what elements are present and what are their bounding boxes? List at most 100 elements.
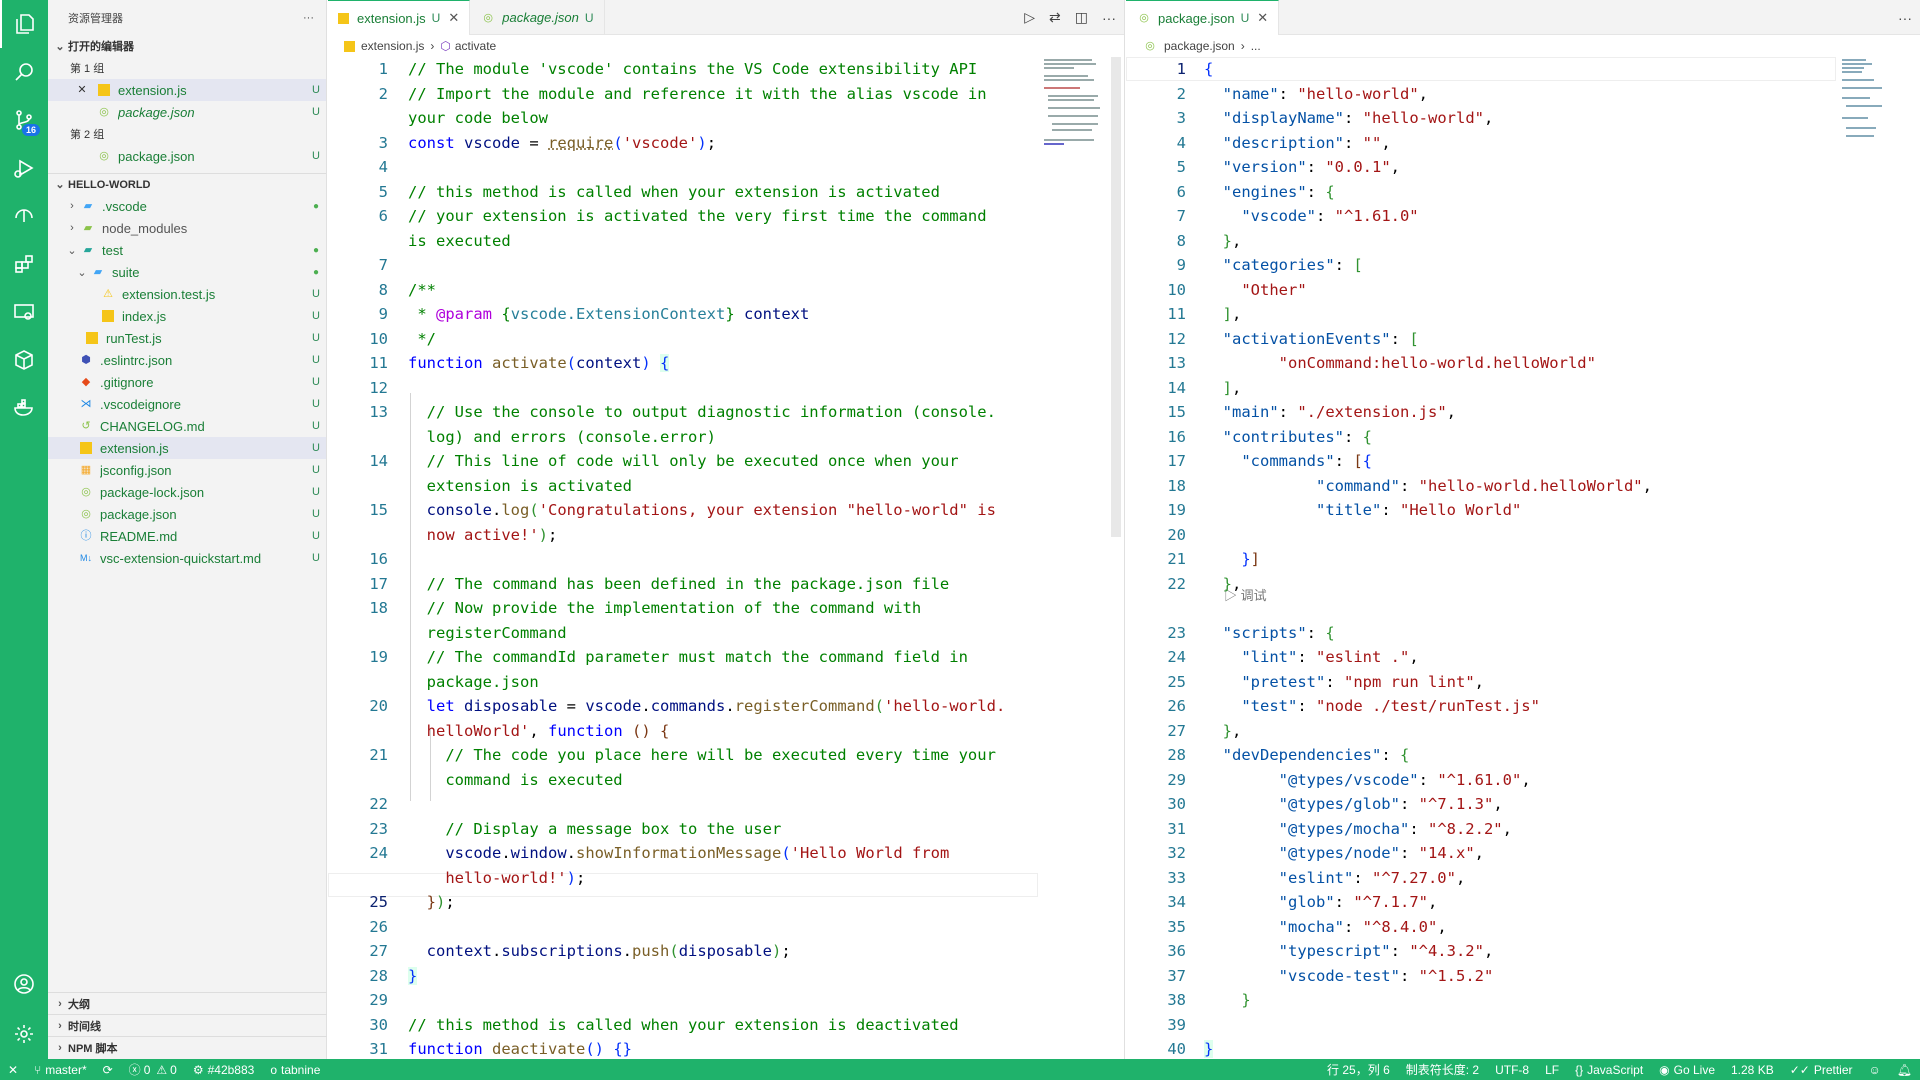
tree-folder[interactable]: › ▰ node_modules (48, 217, 326, 239)
language-mode[interactable]: {} JavaScript (1567, 1063, 1651, 1077)
tab-package-json[interactable]: ◎ package.json U (470, 0, 605, 35)
go-live-button[interactable]: ◉ Go Live (1651, 1063, 1723, 1077)
code-line: "main": "./extension.js", (1222, 403, 1456, 421)
branch-icon: ⑂ (34, 1062, 42, 1077)
tree-file[interactable]: ◆ .gitignore U (48, 371, 326, 393)
breadcrumb-more[interactable]: ... (1251, 39, 1261, 53)
tree-file[interactable]: ⚠ extension.test.js U (48, 283, 326, 305)
line-number: 1 (378, 60, 388, 78)
prettier-indicator[interactable]: ✓✓ Prettier (1782, 1063, 1861, 1077)
code-line: "lint": "eslint .", (1241, 648, 1419, 666)
docker-icon[interactable] (0, 384, 48, 432)
problems-indicator[interactable]: ⓧ 0 ⚠ 0 (121, 1061, 185, 1078)
git-status: ● (312, 244, 320, 256)
json-file-icon: ◎ (81, 486, 91, 498)
more-icon[interactable]: ··· (1898, 10, 1912, 26)
project-section[interactable]: ⌄ HELLO-WORLD (48, 173, 326, 195)
tree-file[interactable]: ⬢ .eslintrc.json U (48, 349, 326, 371)
line-number: 3 (378, 133, 388, 152)
json-editor[interactable]: ▷ 调试 1{2 "name": "hello-world", 3 "displa… (1126, 57, 1920, 1059)
code-editor[interactable]: 1 // The module 'vscode' contains the VS … (328, 57, 1108, 1059)
outline-panel[interactable]: › 大纲 (48, 992, 327, 1015)
js-file-icon (344, 40, 355, 52)
tabnine-indicator[interactable]: o tabnine (262, 1063, 328, 1077)
tree-file[interactable]: ↺ CHANGELOG.md U (48, 415, 326, 437)
tab-size[interactable]: 制表符长度: 2 (1398, 1061, 1487, 1078)
tree-file[interactable]: ◎ package-lock.json U (48, 481, 326, 503)
folder-open-icon: ▰ (83, 244, 93, 256)
minimap[interactable] (1044, 57, 1110, 157)
branch-indicator[interactable]: ⑂ master* (26, 1063, 95, 1077)
tab-extension-js[interactable]: extension.js U ✕ (328, 0, 471, 35)
sync-icon[interactable]: ⟳ (95, 1063, 121, 1077)
breadcrumb-file[interactable]: package.json (1164, 39, 1235, 53)
breadcrumb-file[interactable]: extension.js (361, 39, 424, 53)
code-line: // Now provide the implementation of the… (426, 599, 922, 617)
npm-label: NPM 脚本 (68, 1043, 118, 1055)
commit-indicator[interactable]: ⚙ #42b883 (185, 1063, 262, 1077)
explorer-icon[interactable] (0, 0, 48, 48)
remote-indicator-icon[interactable]: ✕ (0, 1063, 26, 1077)
line-number: 21 (1167, 550, 1186, 568)
tree-file[interactable]: index.js U (48, 305, 326, 327)
git-status: U (312, 486, 320, 498)
right-tab-bar: ◎ package.json U ✕ ··· (1126, 0, 1920, 35)
tree-file[interactable]: ◎ package.json U (48, 503, 326, 525)
tree-file[interactable]: M↓ vsc-extension-quickstart.md U (48, 547, 326, 569)
code-line: "vscode": "^1.61.0" (1241, 207, 1419, 225)
line-number: 31 (369, 1040, 388, 1058)
line-number: 5 (1176, 158, 1186, 176)
project-label: HELLO-WORLD (68, 178, 151, 191)
line-number: 28 (369, 966, 388, 985)
close-icon[interactable]: ✕ (448, 10, 459, 26)
breadcrumb-symbol[interactable]: activate (455, 39, 496, 53)
tree-file[interactable]: ▦ jsconfig.json U (48, 459, 326, 481)
code-line: // The module 'vscode' contains the VS C… (408, 60, 978, 78)
tree-file[interactable]: extension.js U (48, 437, 326, 459)
language-label: JavaScript (1587, 1062, 1644, 1077)
line-number: 30 (1167, 795, 1186, 813)
open-editor-item[interactable]: ✕ extension.js U (48, 79, 326, 101)
cursor-position[interactable]: 行 25，列 6 (1319, 1061, 1398, 1078)
cube-icon[interactable] (0, 336, 48, 384)
close-icon[interactable]: ✕ (74, 82, 90, 98)
remote-window-icon[interactable] (0, 288, 48, 336)
split-editor-icon[interactable]: ◫ (1075, 9, 1088, 26)
extensions-icon[interactable] (0, 240, 48, 288)
compare-icon[interactable]: ⇄ (1049, 9, 1061, 26)
folder-icon: ▰ (83, 222, 93, 234)
tree-file[interactable]: runTest.js U (48, 327, 326, 349)
settings-gear-icon[interactable] (0, 1010, 48, 1058)
feedback-icon[interactable]: ☺ (1861, 1063, 1889, 1077)
open-editor-item[interactable]: ◎ package.json U (48, 145, 326, 167)
account-icon[interactable] (0, 960, 48, 1008)
more-icon[interactable]: ··· (1102, 10, 1116, 26)
end-of-line[interactable]: LF (1537, 1063, 1567, 1077)
open-editors-label: 打开的编辑器 (68, 41, 134, 53)
line-number: 27 (1167, 721, 1186, 740)
minimap[interactable] (1842, 57, 1902, 147)
source-control-icon[interactable]: 16 (0, 96, 48, 144)
tab-label: package.json (502, 10, 579, 25)
notifications-bell-icon[interactable]: 🔔︎ (1889, 1063, 1920, 1077)
json-file-icon: ◎ (99, 106, 109, 118)
tree-file[interactable]: ⓘ README.md U (48, 525, 326, 547)
run-icon[interactable]: ▷ (1024, 9, 1035, 26)
encoding[interactable]: UTF-8 (1487, 1063, 1537, 1077)
timeline-panel[interactable]: › 时间线 (48, 1014, 327, 1037)
scrollbar[interactable] (1111, 57, 1121, 537)
tab-package-json[interactable]: ◎ package.json U ✕ (1126, 0, 1280, 35)
line-number: 24 (1167, 648, 1186, 666)
tree-file[interactable]: ⋊ .vscodeignore U (48, 393, 326, 415)
tree-folder[interactable]: ⌄ ▰ suite ● (48, 261, 326, 283)
open-editor-item[interactable]: ◎ package.json U (48, 101, 326, 123)
close-icon[interactable]: ✕ (1257, 10, 1268, 26)
open-editors-section[interactable]: ⌄ 打开的编辑器 (48, 35, 326, 57)
npm-scripts-panel[interactable]: › NPM 脚本 (48, 1036, 327, 1059)
remote-explorer-icon[interactable] (0, 192, 48, 240)
tree-folder[interactable]: › ▰ .vscode ● (48, 195, 326, 217)
search-icon[interactable] (0, 48, 48, 96)
tree-folder[interactable]: ⌄ ▰ test ● (48, 239, 326, 261)
more-actions-button[interactable]: ··· (303, 12, 314, 24)
run-debug-icon[interactable] (0, 144, 48, 192)
